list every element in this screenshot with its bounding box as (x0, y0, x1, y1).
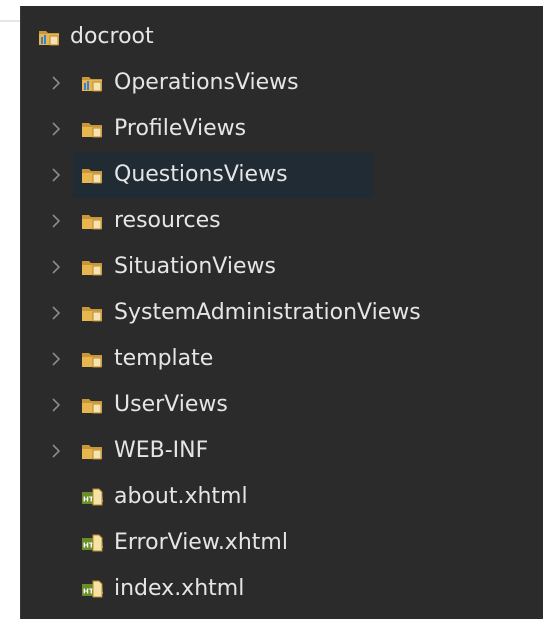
tree-item-label: ProfileViews (114, 116, 247, 141)
project-explorer-panel: docroot OperationsViews ProfileViews Que… (20, 6, 543, 619)
tree-item-profileviews[interactable]: ProfileViews (21, 106, 543, 152)
chevron-right-icon[interactable] (51, 443, 61, 459)
html-file-icon: HTML (81, 532, 103, 554)
tree-item-label: OperationsViews (114, 70, 299, 95)
chevron-right-icon[interactable] (51, 397, 61, 413)
folder-icon (81, 302, 103, 324)
tree-item-label: resources (114, 208, 221, 233)
tree-item-about-xhtml[interactable]: HTML about.xhtml (21, 474, 543, 520)
tree-item-label: index.xhtml (114, 576, 245, 601)
tree-item-systemadministrationviews[interactable]: SystemAdministrationViews (21, 290, 543, 336)
chevron-right-icon[interactable] (51, 213, 61, 229)
tree-item-label: WEB-INF (114, 438, 209, 463)
folder-icon (81, 210, 103, 232)
folder-icon (81, 348, 103, 370)
folder-icon (81, 394, 103, 416)
tree-item-label: ErrorView.xhtml (114, 530, 288, 555)
tree-item-operationsviews[interactable]: OperationsViews (21, 60, 543, 106)
tree-item-template[interactable]: template (21, 336, 543, 382)
chevron-right-icon[interactable] (51, 121, 61, 137)
tree-item-userviews[interactable]: UserViews (21, 382, 543, 428)
folder-web-icon (81, 72, 103, 94)
chevron-right-icon[interactable] (51, 351, 61, 367)
tree-item-label: docroot (70, 24, 154, 49)
folder-icon (81, 256, 103, 278)
tree-item-label: about.xhtml (114, 484, 248, 509)
tree-item-docroot[interactable]: docroot (21, 14, 543, 60)
tree-item-label: SituationViews (114, 254, 276, 279)
chevron-right-icon[interactable] (51, 259, 61, 275)
tree-item-label: SystemAdministrationViews (114, 300, 421, 325)
tree-item-situationviews[interactable]: SituationViews (21, 244, 543, 290)
tree-item-questionsviews[interactable]: QuestionsViews (21, 152, 543, 198)
chevron-right-icon[interactable] (51, 167, 61, 183)
tree-item-resources[interactable]: resources (21, 198, 543, 244)
tree-item-errorview-xhtml[interactable]: HTML ErrorView.xhtml (21, 520, 543, 566)
tree-item-label: template (114, 346, 214, 371)
tree-item-label: UserViews (114, 392, 228, 417)
tree-item-index-xhtml[interactable]: HTML index.xhtml (21, 566, 543, 612)
html-file-icon: HTML (81, 486, 103, 508)
chevron-right-icon[interactable] (51, 75, 61, 91)
folder-icon (81, 440, 103, 462)
folder-icon (81, 164, 103, 186)
tree-item-web-inf[interactable]: WEB-INF (21, 428, 543, 474)
folder-icon (81, 118, 103, 140)
html-file-icon: HTML (81, 578, 103, 600)
chevron-right-icon[interactable] (51, 305, 61, 321)
tree-item-label: QuestionsViews (114, 162, 288, 187)
folder-web-icon (38, 26, 60, 48)
